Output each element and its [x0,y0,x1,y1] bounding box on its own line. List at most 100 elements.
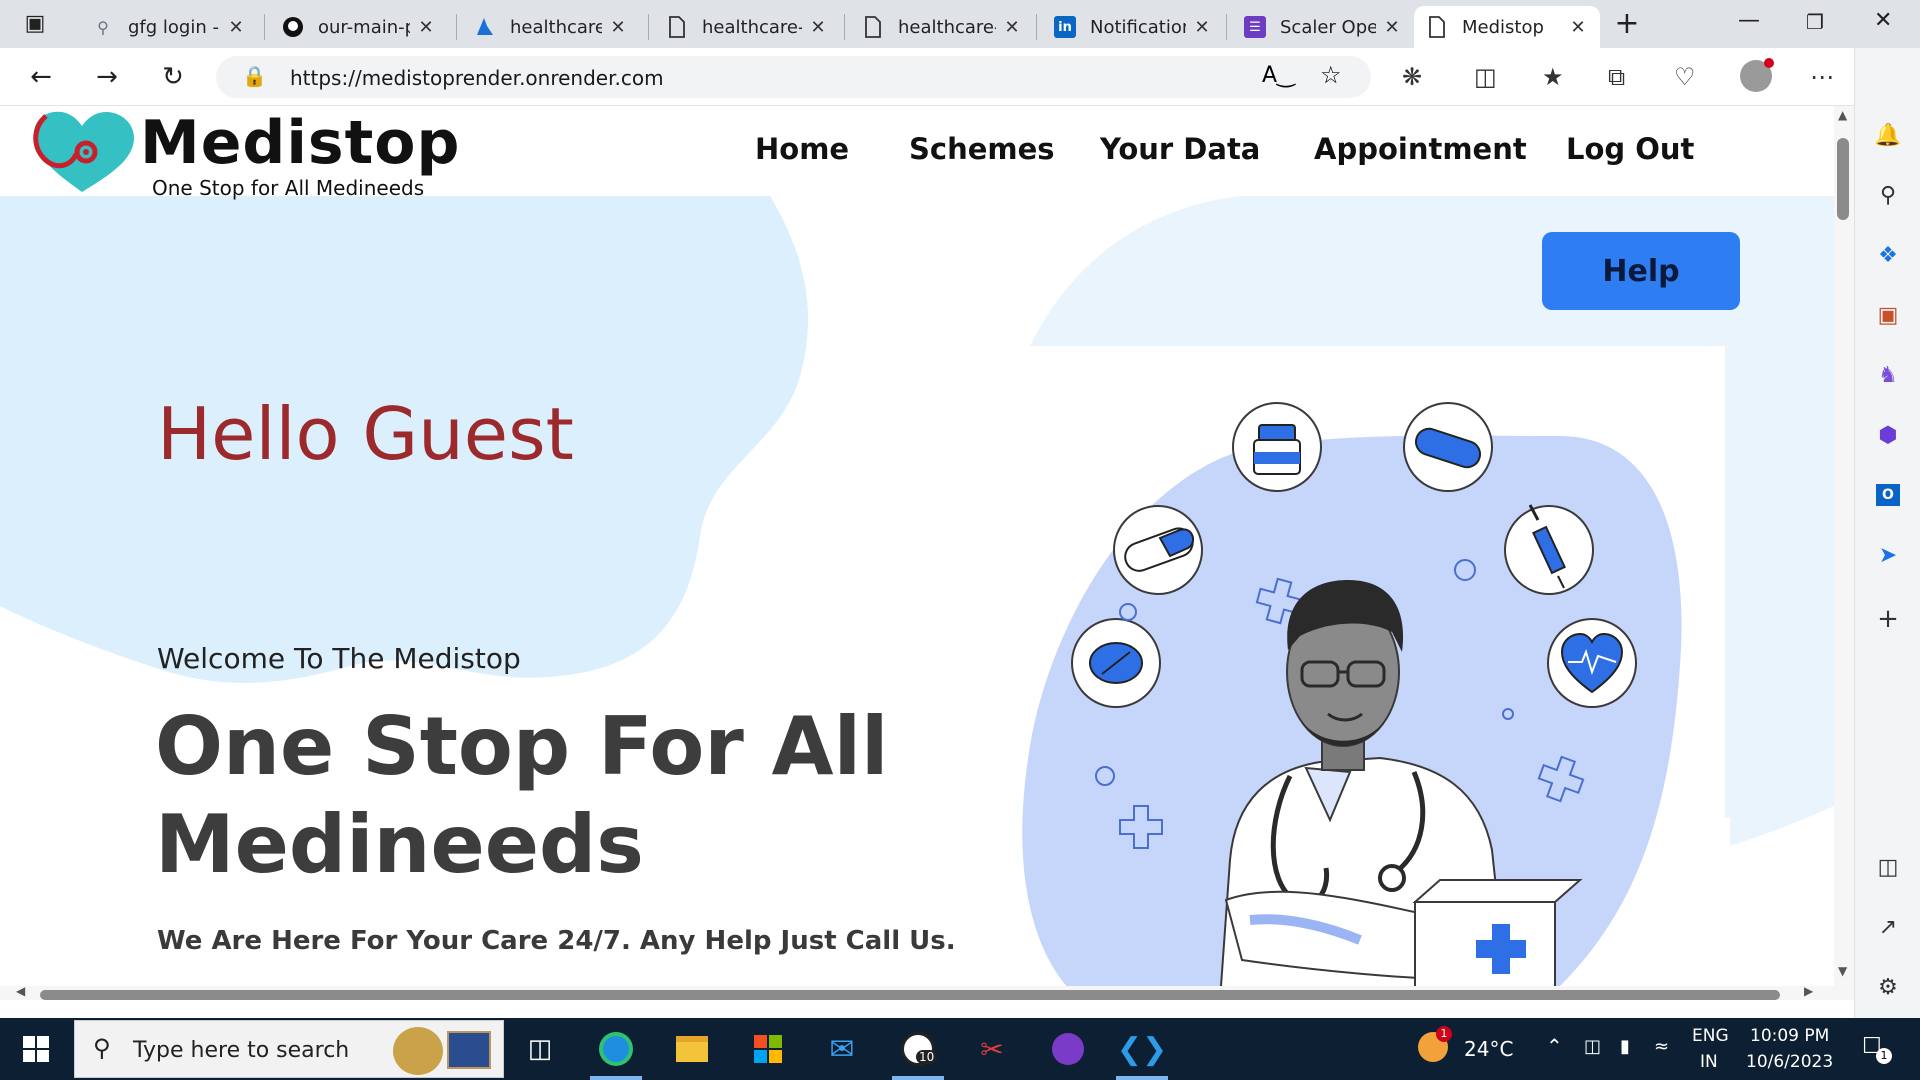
tab-healthcare-3[interactable]: healthcare-l ✕ [850,6,1034,48]
new-tab-button[interactable]: + [1610,6,1644,41]
tab-medistop[interactable]: Medistop ✕ [1414,6,1600,48]
windows-start-icon[interactable] [16,1030,56,1068]
github-desktop-icon[interactable] [1048,1030,1088,1068]
scroll-up-icon[interactable]: ▲ [1838,108,1847,122]
games-icon[interactable]: ♞ [1875,362,1901,388]
logo-text[interactable]: Medistop [140,108,460,178]
clock-date[interactable]: 10/6/2023 [1746,1052,1833,1072]
file-explorer-icon[interactable] [672,1030,712,1068]
close-icon[interactable]: ✕ [1002,17,1022,38]
whatsapp-icon[interactable]: 10 [898,1030,938,1068]
tab-linkedin-notification[interactable]: in Notification ✕ [1042,6,1224,48]
nav-appointment[interactable]: Appointment [1314,132,1527,166]
weather-temp[interactable]: 24°C [1464,1037,1513,1061]
edge-browser-icon[interactable] [596,1030,636,1068]
extensions-icon[interactable]: ❋ [1402,63,1422,91]
close-icon[interactable]: ✕ [1568,17,1588,38]
wifi-icon[interactable]: ≈ [1654,1036,1669,1057]
notifications-bell-icon[interactable]: 🔔 [1874,122,1901,148]
doctor-illustration [1071,402,1637,1000]
lock-icon[interactable]: 🔒 [242,64,267,88]
more-options-icon[interactable]: ⋯ [1810,63,1834,91]
nav-your-data[interactable]: Your Data [1100,132,1260,166]
add-sidebar-app-icon[interactable]: + [1875,604,1901,634]
tab-scaler[interactable]: ☰ Scaler Oper ✕ [1232,6,1414,48]
clock-time[interactable]: 10:09 PM [1750,1026,1829,1046]
tools-icon[interactable]: ▣ [1875,302,1901,328]
tab-gfg-login[interactable]: ⚲ gfg login - S ✕ [80,6,258,48]
sidebar-settings-icon[interactable]: ⚙ [1875,974,1901,1000]
search-icon: ⚲ [97,17,109,37]
outlook-icon[interactable]: O [1875,482,1901,508]
favorites-icon[interactable]: ★ [1542,63,1564,91]
drop-icon[interactable]: ➤ [1875,542,1901,568]
language-code[interactable]: ENG [1692,1026,1729,1046]
address-bar[interactable]: 🔒 https://medistoprender.onrender.com A‿… [216,56,1371,98]
scroll-right-icon[interactable]: ▶ [1804,984,1813,998]
linkedin-icon: in [1054,16,1076,38]
tab-healthcare-azure[interactable]: healthcare-l ✕ [462,6,640,48]
search-highlight-icon [393,1027,443,1075]
close-icon[interactable]: ✕ [226,17,246,38]
scaler-icon: ☰ [1244,16,1266,38]
scroll-down-icon[interactable]: ▼ [1838,964,1847,978]
task-view-icon[interactable]: ◫ [520,1030,560,1068]
close-icon[interactable]: ✕ [1192,17,1212,38]
scroll-left-icon[interactable]: ◀ [16,984,25,998]
nav-log-out[interactable]: Log Out [1566,132,1694,166]
vscode-icon[interactable]: ❮❯ [1117,1030,1167,1068]
back-icon[interactable]: ← [24,60,58,94]
profile-alert-dot [1764,58,1774,68]
minimize-icon[interactable]: — [1738,8,1760,33]
hero-subline: We Are Here For Your Care 24/7. Any Help… [157,926,956,956]
search-icon[interactable]: ⚲ [1875,182,1901,208]
url-text[interactable]: https://medistoprender.onrender.com [290,66,664,90]
tab-healthcare-2[interactable]: healthcare-l ✕ [654,6,840,48]
taskbar-search-placeholder[interactable]: Type here to search [133,1038,349,1063]
close-icon[interactable]: ✕ [416,17,436,38]
page-viewport: Medistop One Stop for All Medineeds Home… [0,106,1854,1000]
show-hidden-icons-icon[interactable]: ⌃ [1546,1034,1563,1058]
nav-schemes[interactable]: Schemes [909,132,1055,166]
collections-icon[interactable]: ⧉ [1608,63,1625,91]
hero-headline-line-2: Medineeds [155,798,644,891]
close-icon[interactable]: ✕ [608,17,628,38]
page-icon [862,16,884,38]
device-icon[interactable]: ◫ [1584,1036,1601,1057]
hide-sidebar-icon[interactable]: ◫ [1875,854,1901,880]
battery-icon[interactable]: ▮ [1620,1036,1630,1057]
restore-icon[interactable]: ❐ [1806,10,1824,34]
search-highlight-medal-icon [447,1031,491,1069]
page-icon [1426,16,1448,38]
browser-toolbar: ← → ↻ 🔒 https://medistoprender.onrender.… [0,48,1920,106]
microsoft-store-icon[interactable] [748,1030,788,1068]
mail-icon[interactable]: ✉ [822,1030,862,1068]
forward-icon[interactable]: → [90,60,124,94]
browser-essentials-icon[interactable]: ♡ [1674,63,1696,91]
snipping-tool-icon[interactable]: ✂ [972,1030,1012,1068]
refresh-icon[interactable]: ↻ [156,60,190,94]
shopping-tag-icon[interactable]: ❖ [1875,242,1901,268]
browser-tab-bar: ▣ ⚲ gfg login - S ✕ our-main-p ✕ healthc… [0,0,1920,48]
microsoft-365-icon[interactable]: ⬢ [1875,422,1901,448]
taskbar-search-box[interactable]: ⚲ Type here to search [74,1020,504,1078]
vertical-scroll-thumb[interactable] [1837,138,1849,220]
horizontal-scroll-thumb[interactable] [40,990,1780,1000]
tab-title: healthcare-l [510,16,602,38]
favorite-star-icon[interactable]: ☆ [1320,61,1342,89]
read-aloud-icon[interactable]: A‿ [1262,63,1295,88]
syringe-icon [1504,504,1594,595]
page-vertical-scrollbar[interactable]: ▲ ▼ [1834,106,1854,1000]
split-screen-icon[interactable]: ◫ [1474,63,1497,91]
tab-actions-icon[interactable]: ▣ [18,6,52,40]
bandage-icon [1403,402,1493,492]
language-region[interactable]: IN [1700,1052,1718,1072]
help-button[interactable]: Help [1542,232,1740,310]
tab-our-main[interactable]: our-main-p ✕ [270,6,448,48]
window-close-icon[interactable]: ✕ [1874,8,1892,33]
close-icon[interactable]: ✕ [1382,17,1402,38]
open-external-icon[interactable]: ↗ [1875,914,1901,940]
close-icon[interactable]: ✕ [808,17,828,38]
heart-stethoscope-logo-icon[interactable] [24,106,140,196]
nav-home[interactable]: Home [755,132,849,166]
